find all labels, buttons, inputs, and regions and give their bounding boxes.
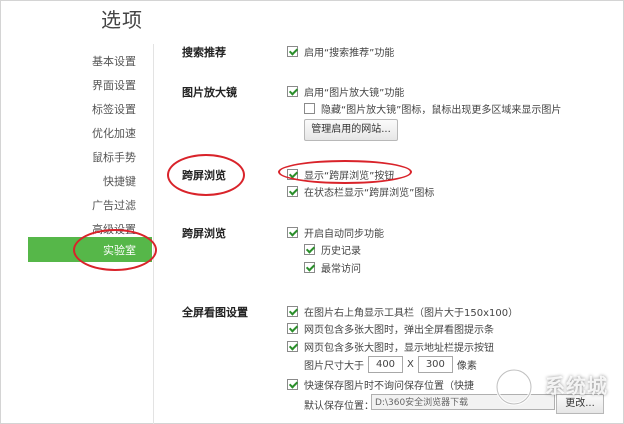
image-size-row: 图片尺寸大于 400 X 300 像素 xyxy=(304,356,477,373)
checkbox[interactable] xyxy=(304,103,315,114)
option-fullscreen-prompt-bar[interactable]: 网页包含多张大图时，弹出全屏看图提示条 xyxy=(287,321,494,336)
option-label: 历史记录 xyxy=(321,246,361,257)
option-label: 在图片右上角显示工具栏（图片大于150x100） xyxy=(304,308,519,319)
sidebar-item-interface[interactable]: 界面设置 xyxy=(92,77,136,93)
checkbox[interactable] xyxy=(287,227,298,238)
option-label: 在状态栏显示“跨屏浏览”图标 xyxy=(304,188,435,199)
section-title-cross-screen-sync: 跨屏浏览 xyxy=(182,227,226,240)
watermark: 系统城 xyxy=(494,364,612,410)
times-symbol: X xyxy=(407,359,414,370)
image-height-input[interactable]: 300 xyxy=(417,356,453,373)
checkbox[interactable] xyxy=(287,341,298,352)
watermark-text: 系统城 xyxy=(545,374,608,398)
sidebar-item-tabs[interactable]: 标签设置 xyxy=(92,101,136,117)
image-size-label: 图片尺寸大于 xyxy=(304,361,364,372)
manage-sites-button[interactable]: 管理启用的网站... xyxy=(304,119,398,141)
checkbox[interactable] xyxy=(287,86,298,97)
checkbox[interactable] xyxy=(287,306,298,317)
option-enable-search-recommend[interactable]: 启用“搜索推荐”功能 xyxy=(287,44,394,59)
annotation-ellipse-section xyxy=(167,154,245,196)
window-title: 选项 xyxy=(101,8,143,32)
option-label: 启用“图片放大镜”功能 xyxy=(304,88,405,99)
watermark-logo-icon xyxy=(495,368,533,406)
checkbox[interactable] xyxy=(287,379,298,390)
section-title-fullscreen-image: 全屏看图设置 xyxy=(182,306,248,319)
option-addressbar-prompt-button[interactable]: 网页包含多张大图时，显示地址栏提示按钮 xyxy=(287,339,494,354)
option-label: 最常访问 xyxy=(321,264,361,275)
option-enable-auto-sync[interactable]: 开启自动同步功能 xyxy=(287,225,384,240)
option-statusbar-cross-screen-icon[interactable]: 在状态栏显示“跨屏浏览”图标 xyxy=(287,184,434,199)
pixel-unit-label: 像素 xyxy=(456,361,477,372)
option-label: 启用“搜索推荐”功能 xyxy=(304,48,395,59)
checkbox[interactable] xyxy=(287,186,298,197)
annotation-ellipse-option xyxy=(278,160,412,184)
sidebar-divider xyxy=(153,44,154,424)
section-title-search: 搜索推荐 xyxy=(182,46,226,59)
save-location-text: 默认保存位置： xyxy=(304,401,374,412)
option-label: 开启自动同步功能 xyxy=(304,229,384,240)
option-label: 网页包含多张大图时，弹出全屏看图提示条 xyxy=(304,325,494,336)
option-sync-most-visited[interactable]: 最常访问 xyxy=(304,260,361,275)
checkbox[interactable] xyxy=(287,46,298,57)
save-location-label: 默认保存位置： xyxy=(304,397,374,412)
sidebar-item-adblock[interactable]: 广告过滤 xyxy=(92,197,136,213)
option-enable-magnifier[interactable]: 启用“图片放大镜”功能 xyxy=(287,84,404,99)
sidebar-item-speedup[interactable]: 优化加速 xyxy=(92,125,136,141)
option-sync-history[interactable]: 历史记录 xyxy=(304,242,361,257)
sidebar-item-mouse-gestures[interactable]: 鼠标手势 xyxy=(92,149,136,165)
checkbox[interactable] xyxy=(304,262,315,273)
option-label: 快速保存图片时不询问保存位置（快捷 xyxy=(304,381,474,392)
checkbox[interactable] xyxy=(304,244,315,255)
checkbox[interactable] xyxy=(287,323,298,334)
section-title-magnifier: 图片放大镜 xyxy=(182,86,237,99)
option-quick-save-no-ask[interactable]: 快速保存图片时不询问保存位置（快捷 xyxy=(287,377,474,392)
sidebar-item-shortcuts[interactable]: 快捷键 xyxy=(103,173,136,189)
option-label: 网页包含多张大图时，显示地址栏提示按钮 xyxy=(304,343,494,354)
option-image-toolbar[interactable]: 在图片右上角显示工具栏（图片大于150x100） xyxy=(287,304,518,319)
option-hide-magnifier-icon[interactable]: 隐藏“图片放大镜”图标，鼠标出现更多区域来显示图片 xyxy=(304,101,561,116)
option-label: 隐藏“图片放大镜”图标，鼠标出现更多区域来显示图片 xyxy=(321,105,562,116)
sidebar-item-basic[interactable]: 基本设置 xyxy=(92,53,136,69)
annotation-ellipse-lab xyxy=(73,229,157,271)
image-width-input[interactable]: 400 xyxy=(368,356,403,373)
